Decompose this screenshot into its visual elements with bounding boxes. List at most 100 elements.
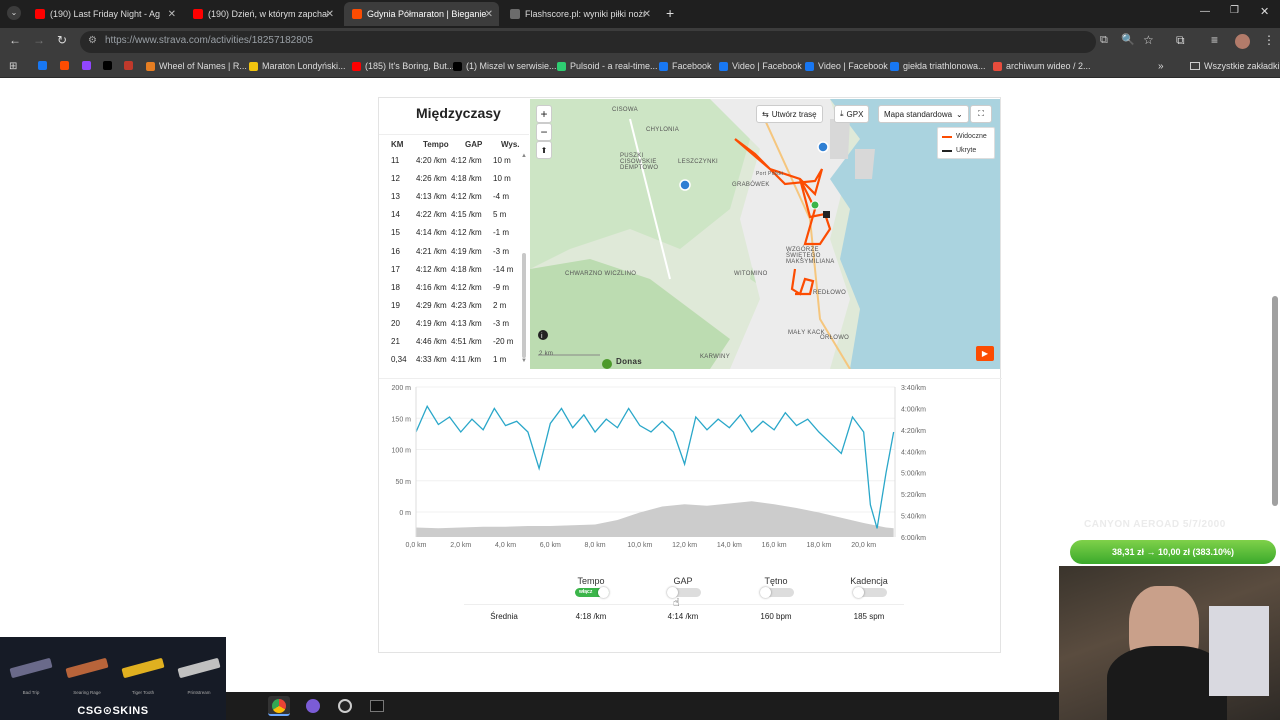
split-km: 19	[391, 300, 400, 310]
split-tempo: 4:21 /km	[416, 246, 447, 256]
split-row: 15 4:14 /km 4:12 /km -1 m	[379, 224, 522, 242]
tab-2[interactable]: Gdynia Półmaraton | Bieganie | ✕	[344, 2, 499, 26]
terminal-taskbar-icon[interactable]	[366, 696, 388, 716]
bookmark-item[interactable]	[124, 61, 137, 70]
map-type-select[interactable]: Mapa standardowa ⌄	[878, 105, 969, 123]
new-tab-button[interactable]: +	[666, 5, 674, 21]
extensions-icon[interactable]: ⧉	[1176, 33, 1185, 48]
chevron-down-icon: ⌄	[956, 109, 963, 119]
install-icon[interactable]: ⧉	[1100, 34, 1108, 47]
zoom-icon[interactable]: 🔍	[1121, 33, 1135, 46]
close-window-icon[interactable]: ✕	[1260, 5, 1269, 18]
legend-visible[interactable]: Widoczne	[942, 133, 987, 140]
bookmark-item[interactable]: Video | Facebook	[719, 61, 802, 71]
site-info-icon[interactable]: ⚙	[88, 35, 97, 46]
route-map[interactable]: i CISOWA CHYLONIA PUSZKI CISOWSKIE DEMPT…	[530, 99, 1000, 369]
map-label-leszczynki: LESZCZYNKI	[678, 159, 719, 165]
chart-svg: 200 m 150 m 100 m 50 m 0 m 3:40/km 4:00/km 4:20…	[392, 385, 927, 549]
create-route-button[interactable]: ⇆ Utwórz trasę	[756, 105, 823, 123]
bookmark-star-icon[interactable]: ☆	[1143, 33, 1154, 47]
map-legend: Widoczne Ukryte	[937, 127, 995, 159]
bookmark-item[interactable]: (1) Miszel w serwisie...	[453, 61, 557, 71]
bookmark-item[interactable]: giełda triathlonowa...	[890, 61, 986, 71]
app-taskbar-icon[interactable]	[302, 696, 324, 716]
forward-icon[interactable]: →	[33, 33, 45, 47]
split-elev: 10 m	[493, 174, 511, 184]
bookmark-label: Maraton Londyński...	[262, 61, 346, 71]
bookmark-item[interactable]: Maraton Londyński...	[249, 61, 346, 71]
url-text[interactable]: https://www.strava.com/activities/182571…	[105, 35, 313, 46]
close-tab-icon[interactable]: ✕	[485, 9, 493, 20]
page-scrollbar[interactable]	[1272, 296, 1278, 506]
address-bar[interactable]: ⚙ https://www.strava.com/activities/1825…	[80, 31, 1108, 53]
menu-icon[interactable]: ⋮	[1263, 33, 1275, 47]
split-tempo: 4:12 /km	[416, 264, 447, 274]
split-elev: -1 m	[493, 228, 509, 238]
y-right-tick: 5:00/km	[901, 471, 926, 478]
zoom-in-button[interactable]: +	[536, 105, 552, 123]
split-tempo: 4:13 /km	[416, 192, 447, 202]
tab-search-icon[interactable]: ⌄	[7, 6, 21, 20]
splits-scroll-up-icon[interactable]: ▲	[521, 153, 527, 159]
legend-visible-label: Widoczne	[956, 133, 987, 140]
minimize-icon[interactable]: —	[1200, 6, 1210, 17]
y-right-tick: 4:40/km	[901, 449, 926, 456]
profile-avatar[interactable]	[1235, 34, 1250, 49]
bookmark-item[interactable]: (185) It's Boring, But...	[352, 61, 454, 71]
all-bookmarks[interactable]: Wszystkie zakładki	[1190, 61, 1280, 71]
media-icon[interactable]: ≡	[1211, 33, 1218, 47]
close-tab-icon[interactable]: ✕	[643, 9, 651, 20]
elevation-pace-chart[interactable]: 200 m 150 m 100 m 50 m 0 m 3:40/km 4:00/km 4:20…	[379, 378, 1002, 558]
bookmark-item[interactable]: Wheel of Names | R...	[146, 61, 247, 71]
restore-icon[interactable]: ❐	[1230, 5, 1239, 16]
bookmark-item[interactable]: Video | Facebook	[805, 61, 888, 71]
split-gap: 4:12 /km	[451, 156, 482, 165]
folder-icon	[1190, 62, 1200, 70]
splits-scroll-down-icon[interactable]: ▼	[521, 358, 527, 364]
strava-icon	[352, 9, 362, 19]
runner-icon	[249, 61, 258, 71]
tempo-toggle[interactable]: włącz	[575, 587, 609, 598]
split-elev: -9 m	[493, 282, 509, 292]
close-tab-icon[interactable]: ✕	[168, 9, 176, 20]
reload-icon[interactable]: ↻	[57, 33, 67, 47]
bookmark-item[interactable]	[82, 61, 95, 70]
compass-button[interactable]: ⬆	[536, 141, 552, 159]
stat-label-gap: GAP	[673, 576, 693, 586]
y-right-tick: 3:40/km	[901, 385, 926, 392]
tab-0[interactable]: (190) Last Friday Night - Ag ✕	[27, 2, 182, 26]
tab-3[interactable]: Flashscore.pl: wyniki piłki nożne ✕	[502, 2, 657, 26]
chrome-taskbar-icon[interactable]	[268, 696, 290, 716]
bookmark-item[interactable]: Facebook	[659, 61, 712, 71]
skin-name: Printstream	[187, 690, 211, 695]
bookmarks-overflow-icon[interactable]: »	[1158, 61, 1164, 72]
y-left-tick: 150 m	[392, 416, 412, 423]
cadence-toggle[interactable]	[853, 587, 887, 598]
splits-scrollbar[interactable]	[522, 253, 526, 358]
live-icon	[993, 61, 1002, 71]
bookmark-item[interactable]	[38, 61, 51, 70]
bookmark-label: (185) It's Boring, But...	[365, 61, 455, 71]
zoom-out-button[interactable]: −	[536, 123, 552, 141]
legend-hidden[interactable]: Ukryte	[942, 147, 976, 154]
close-tab-icon[interactable]: ✕	[326, 9, 334, 20]
hr-toggle[interactable]	[760, 587, 794, 598]
csgoskins-overlay: Bad Trip Searing Rage Tiger Tooth Printstre…	[0, 637, 226, 720]
map-label-witomino: WITOMINO	[734, 271, 768, 277]
toggle-knob	[853, 587, 864, 598]
tab-1[interactable]: (190) Dzień, w którym zapchał ✕	[185, 2, 340, 26]
gpx-button[interactable]: ⤓ GPX	[834, 105, 870, 123]
legend-visible-swatch	[942, 135, 952, 138]
bookmark-label: Facebook	[672, 61, 712, 71]
bookmark-item[interactable]: archiwum wideo / 2...	[993, 61, 1091, 71]
apps-icon[interactable]: ⊞	[9, 61, 17, 72]
bookmark-item[interactable]: Pulsoid - a real-time...	[557, 61, 658, 71]
back-icon[interactable]: ←	[9, 33, 21, 47]
fullscreen-button[interactable]: ⛶	[970, 105, 992, 123]
bookmark-item[interactable]	[60, 61, 73, 70]
obs-taskbar-icon[interactable]	[334, 696, 356, 716]
bookmark-item[interactable]	[103, 61, 116, 70]
activity-card: Międzyczasy KM Tempo GAP Wys. 11 4:20 /km…	[378, 97, 1002, 653]
toggle-knob	[760, 587, 771, 598]
flyover-play-button[interactable]: ▶	[976, 346, 994, 361]
